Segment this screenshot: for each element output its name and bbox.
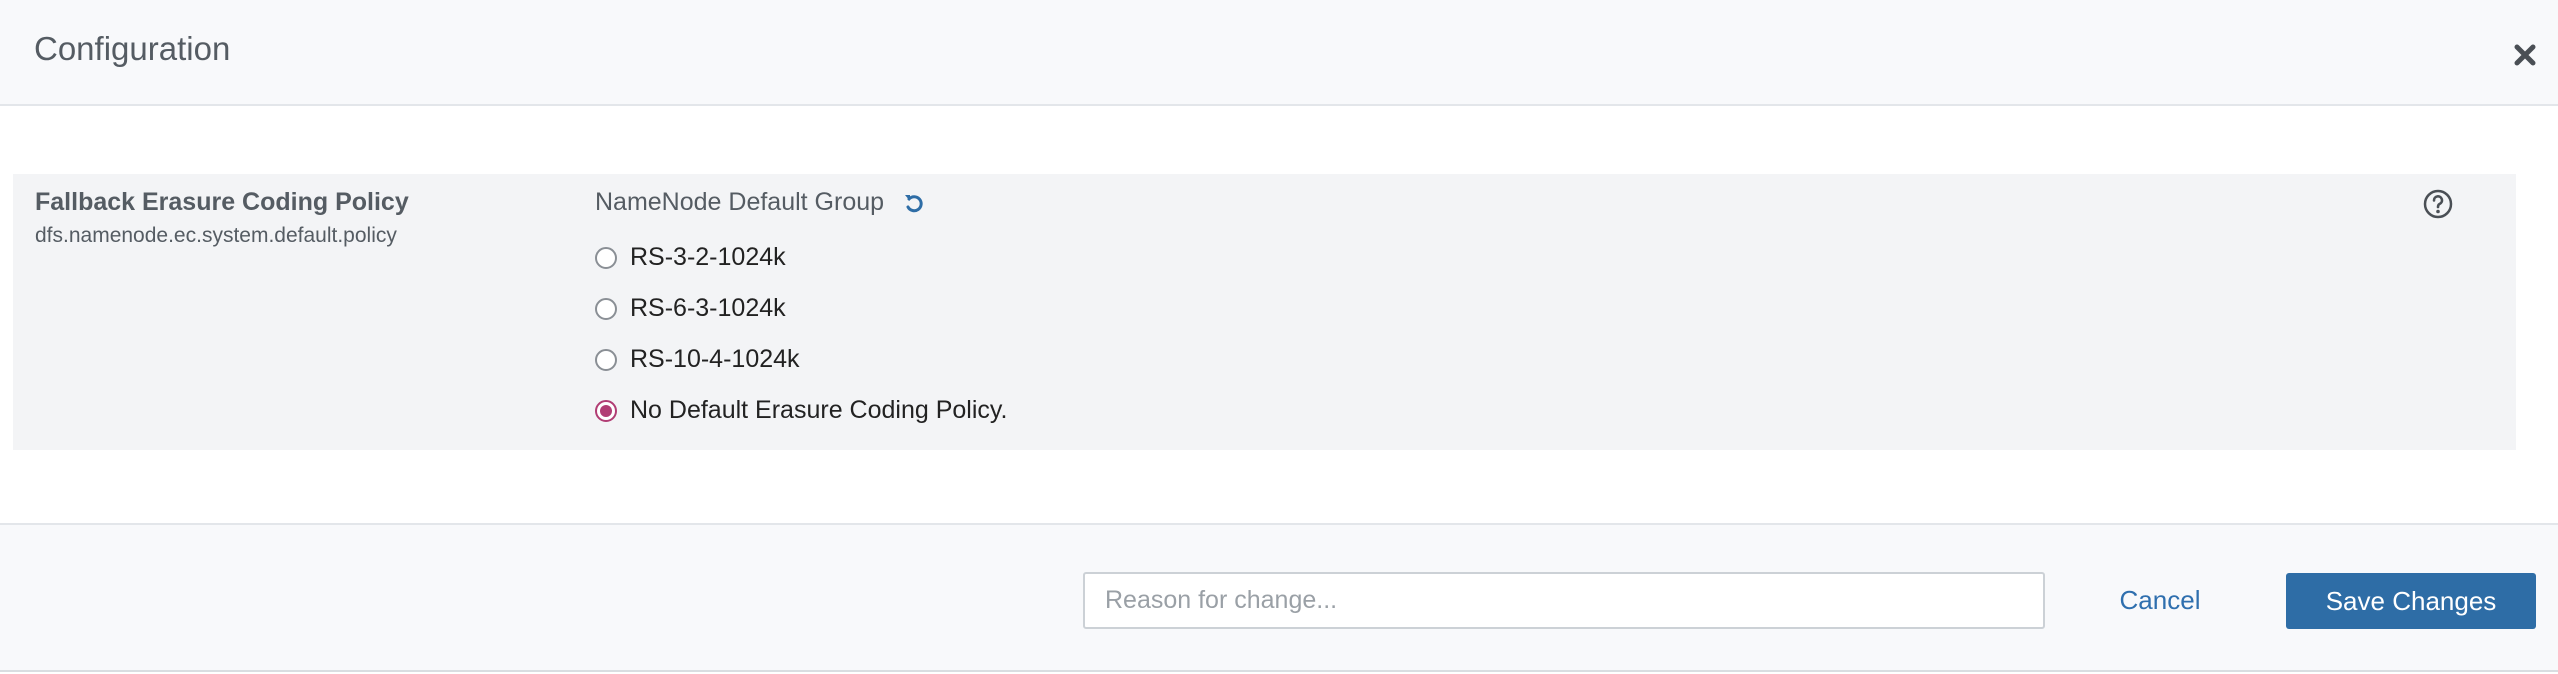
- reason-for-change-input[interactable]: [1083, 572, 2045, 629]
- policy-radio-group: RS-3-2-1024k RS-6-3-1024k RS-10-4-1024k …: [595, 232, 1008, 436]
- save-changes-button[interactable]: Save Changes: [2286, 573, 2536, 629]
- property-display-name: Fallback Erasure Coding Policy: [35, 188, 409, 216]
- cancel-button[interactable]: Cancel: [2105, 572, 2215, 629]
- close-icon: [2514, 44, 2536, 66]
- group-label-text: NameNode Default Group: [595, 188, 885, 216]
- radio-option-label: RS-6-3-1024k: [630, 294, 786, 322]
- radio-option-rs-3-2[interactable]: RS-3-2-1024k: [595, 232, 1008, 283]
- radio-option-label: RS-10-4-1024k: [630, 345, 800, 373]
- radio-option-no-default[interactable]: No Default Erasure Coding Policy.: [595, 385, 1008, 436]
- radio-option-rs-10-4[interactable]: RS-10-4-1024k: [595, 334, 1008, 385]
- config-property-row: Fallback Erasure Coding Policy dfs.namen…: [13, 174, 2516, 450]
- dialog-footer: Cancel Save Changes: [0, 523, 2558, 672]
- question-circle-icon: [2423, 189, 2453, 219]
- undo-icon[interactable]: [902, 191, 926, 215]
- config-group-label: NameNode Default Group: [595, 188, 926, 217]
- close-button[interactable]: [2508, 38, 2542, 72]
- radio-button[interactable]: [595, 246, 617, 269]
- radio-option-label: No Default Erasure Coding Policy.: [630, 396, 1008, 424]
- radio-button-selected[interactable]: [595, 399, 617, 422]
- radio-button[interactable]: [595, 297, 617, 320]
- radio-option-label: RS-3-2-1024k: [630, 243, 786, 271]
- radio-button[interactable]: [595, 348, 617, 371]
- dialog-title: Configuration: [34, 30, 231, 67]
- dialog-header: Configuration: [0, 0, 2558, 106]
- help-button[interactable]: [2422, 188, 2454, 220]
- radio-option-rs-6-3[interactable]: RS-6-3-1024k: [595, 283, 1008, 334]
- property-key: dfs.namenode.ec.system.default.policy: [35, 224, 397, 247]
